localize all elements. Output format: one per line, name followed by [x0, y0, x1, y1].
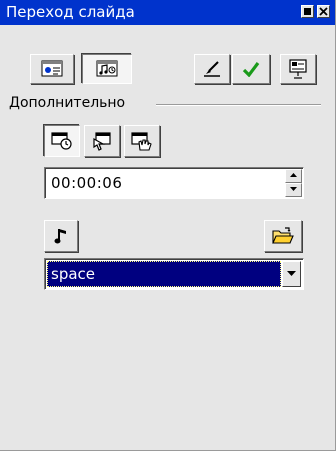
arrow-down-icon: [290, 187, 297, 191]
dropdown-button[interactable]: [282, 261, 301, 287]
advanced-section-label: Дополнительно: [9, 95, 126, 111]
preview-brush-icon: [204, 61, 220, 77]
auto-timer-button[interactable]: [44, 125, 80, 157]
minimize-icon[interactable]: [301, 5, 314, 18]
auto-timer-icon: [51, 132, 72, 150]
window-title: Переход слайда: [6, 3, 135, 21]
slide-effects-button[interactable]: [30, 54, 74, 84]
time-value: 00:00:06: [51, 174, 123, 192]
title-bar[interactable]: Переход слайда: [0, 0, 335, 25]
section-divider: [156, 104, 321, 106]
presentation-button[interactable]: [280, 54, 316, 84]
close-icon[interactable]: [317, 5, 330, 18]
slide-effects-icon: [41, 60, 63, 77]
open-folder-icon: [272, 227, 294, 244]
sound-extras-button[interactable]: [82, 54, 132, 84]
spin-up-button[interactable]: [285, 169, 302, 183]
preview-button[interactable]: [194, 54, 230, 84]
time-spinner: [285, 169, 302, 197]
apply-button[interactable]: [232, 54, 270, 84]
music-note-icon: [54, 229, 66, 244]
manual-click-icon: [93, 132, 111, 151]
sound-selected-value: space: [51, 265, 96, 283]
arrow-up-icon: [290, 173, 297, 177]
time-input[interactable]: 00:00:06: [44, 167, 304, 199]
slide-transition-window: Переход слайда Дополнительно 00:00:06 sp…: [0, 0, 336, 451]
chevron-down-icon: [287, 271, 296, 276]
hand-click-icon: [131, 132, 152, 151]
sound-extras-icon: [96, 60, 118, 77]
presentation-icon: [289, 59, 307, 79]
sound-select[interactable]: space: [44, 258, 304, 290]
sound-toggle-button[interactable]: [44, 220, 78, 252]
hand-click-button[interactable]: [124, 125, 160, 157]
sound-select-highlight: space: [47, 261, 281, 287]
manual-click-button[interactable]: [84, 125, 120, 157]
open-sound-file-button[interactable]: [264, 220, 302, 252]
spin-down-button[interactable]: [285, 183, 302, 197]
apply-checkmark-icon: [242, 62, 260, 77]
